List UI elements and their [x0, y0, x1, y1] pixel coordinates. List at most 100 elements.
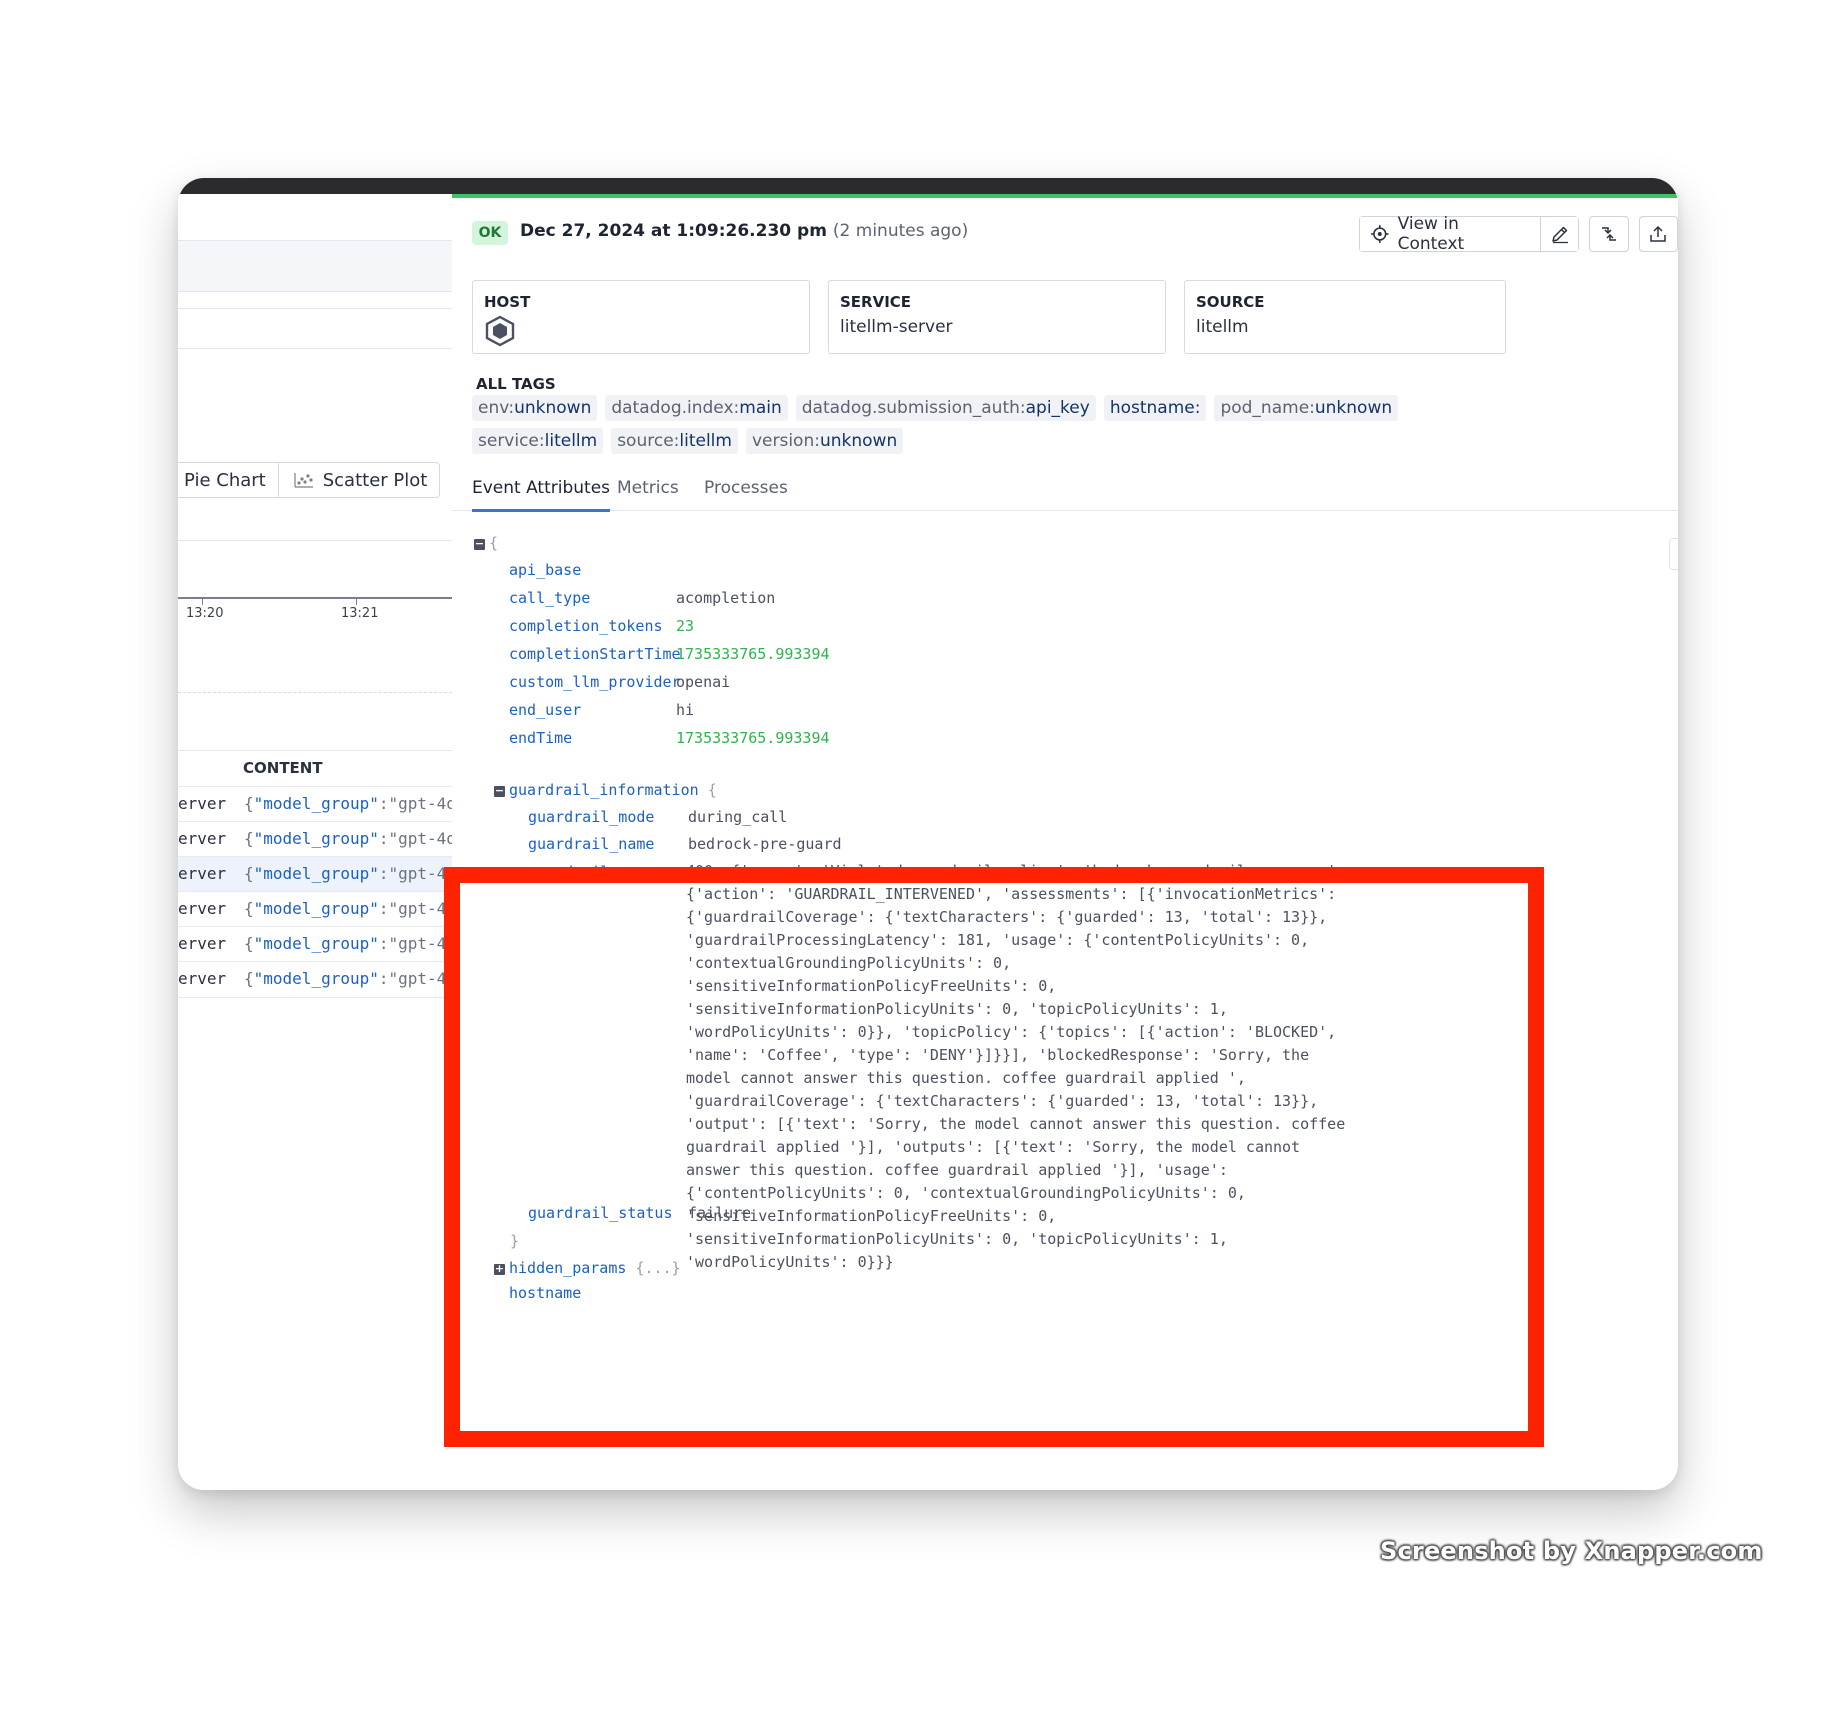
axis-tick	[202, 597, 203, 605]
hidden-params-row: + hidden_params {...}	[494, 1259, 681, 1277]
log-row[interactable]: erver {"model_group":"gpt-4o	[178, 786, 452, 822]
host-hexagon-icon	[485, 315, 515, 347]
json-rest: :"gpt-4	[378, 899, 447, 918]
json-key: "model_group"	[253, 969, 379, 988]
tab-event-attributes[interactable]: Event Attributes	[472, 478, 611, 512]
attribute-row: call_type acompletion	[509, 589, 775, 607]
attribute-value[interactable]: failure	[688, 1204, 751, 1222]
attribute-key[interactable]: completionStartTime	[509, 645, 681, 663]
attribute-key[interactable]: guardrail_information	[509, 781, 699, 799]
tag-pill[interactable]: pod_name:unknown	[1214, 395, 1399, 421]
json-key: "model_group"	[253, 829, 379, 848]
attribute-key[interactable]: custom_llm_provider	[509, 673, 681, 691]
attribute-key[interactable]: hidden_params	[509, 1259, 626, 1277]
json-key: "model_group"	[253, 864, 379, 883]
tag-pill[interactable]: datadog.index:main	[605, 395, 788, 421]
divider	[178, 291, 452, 292]
guardrail-response-value[interactable]: 400: {'error': 'Violated guardrail polic…	[686, 860, 1346, 1274]
attribute-value[interactable]: acompletion	[676, 589, 775, 607]
edit-button[interactable]	[1540, 217, 1579, 251]
log-row-selected[interactable]: erver {"model_group":"gpt-4	[178, 856, 452, 892]
attribute-key[interactable]: api_base	[509, 561, 581, 579]
tag-pill[interactable]: hostname:	[1103, 395, 1207, 421]
attribute-key[interactable]: call_type	[509, 589, 590, 607]
dashed-divider	[178, 692, 452, 693]
service-card-title: SERVICE	[840, 293, 912, 311]
tag-pill[interactable]: service:litellm	[472, 428, 604, 454]
divider	[178, 540, 452, 541]
log-row[interactable]: erver {"model_group":"gpt-4	[178, 891, 452, 927]
service-card[interactable]: SERVICE litellm-server	[828, 280, 1166, 354]
share-button[interactable]	[1638, 216, 1678, 252]
json-rest: :"gpt-4	[378, 934, 447, 953]
attribute-key[interactable]: guardrail_name	[528, 835, 654, 853]
collapse-icon[interactable]: −	[494, 785, 505, 797]
scrollbar-handle[interactable]	[1669, 538, 1678, 570]
attribute-row: hostname	[509, 1284, 581, 1302]
swap-icon	[1602, 227, 1616, 241]
source-card[interactable]: SOURCE litellm	[1184, 280, 1506, 354]
copy-link-button[interactable]	[1589, 216, 1629, 252]
attribute-key[interactable]: hostname	[509, 1284, 581, 1302]
tag-key: env:	[478, 398, 515, 418]
target-icon	[1370, 225, 1389, 243]
tag-pill[interactable]: env:unknown	[472, 395, 598, 421]
attribute-row: guardrail_name bedrock-pre-guard	[528, 835, 842, 853]
content-header-label: CONTENT	[243, 759, 323, 777]
tag-pill[interactable]: version:unknown	[745, 428, 904, 454]
host-card[interactable]: HOST	[472, 280, 810, 354]
attribute-value[interactable]: 1735333765.993394	[676, 645, 830, 663]
content-column-header[interactable]: CONTENT	[178, 750, 452, 787]
attribute-value[interactable]: during_call	[688, 808, 787, 826]
attribute-value[interactable]: openai	[676, 673, 730, 691]
tab-metrics[interactable]: Metrics	[617, 478, 679, 509]
attribute-value[interactable]: 23	[676, 617, 694, 635]
attribute-key[interactable]: endTime	[509, 729, 572, 747]
open-brace: {	[707, 781, 717, 799]
guardrail-response-row: guardrail_response	[528, 863, 691, 881]
event-timestamp: Dec 27, 2024 at 1:09:26.230 pm (2 minutes…	[520, 221, 968, 241]
source-card-value: litellm	[1196, 317, 1249, 337]
attribute-row: guardrail_status failure	[528, 1204, 751, 1222]
expand-icon[interactable]: +	[494, 1263, 505, 1275]
scatter-plot-icon	[294, 473, 313, 488]
tag-key: datadog.submission_auth:	[801, 398, 1026, 418]
log-row-service: erver	[178, 969, 227, 988]
attribute-key[interactable]: guardrail_response	[528, 863, 691, 881]
axis-tick	[356, 597, 357, 605]
source-card-title: SOURCE	[1196, 293, 1265, 311]
log-row-content: {"model_group":"gpt-4	[244, 934, 447, 953]
tag-key: datadog.index:	[611, 398, 740, 418]
timestamp-date: Dec 27, 2024 at 1:09:26.230 pm	[520, 221, 827, 241]
attribute-row: completionStartTime 1735333765.993394	[509, 645, 830, 663]
root-object-row: −{	[474, 534, 498, 552]
tag-list: env:unknown datadog.index:main datadog.s…	[472, 395, 1452, 454]
view-in-context-button[interactable]: View in Context	[1360, 214, 1541, 254]
divider	[178, 308, 452, 309]
attribute-key[interactable]: completion_tokens	[509, 617, 663, 635]
app-window: Pie Chart Scatter Plot 13:20 13:21 CONTE…	[178, 178, 1678, 1490]
log-row[interactable]: erver {"model_group":"gpt-4o	[178, 821, 452, 857]
tab-processes[interactable]: Processes	[704, 478, 788, 509]
tag-key: pod_name:	[1220, 398, 1315, 418]
log-row-content: {"model_group":"gpt-4	[244, 969, 447, 988]
attribute-key[interactable]: end_user	[509, 701, 581, 719]
collapse-icon[interactable]: −	[474, 538, 485, 550]
attribute-row: endTime 1735333765.993394	[509, 729, 830, 747]
attribute-value[interactable]: 1735333765.993394	[676, 729, 830, 747]
tag-key: source:	[617, 431, 680, 451]
pie-chart-tab[interactable]: Pie Chart	[178, 463, 278, 497]
attribute-key[interactable]: guardrail_status	[528, 1204, 673, 1222]
attribute-value[interactable]: bedrock-pre-guard	[688, 835, 842, 853]
attribute-value[interactable]: hi	[676, 701, 694, 719]
log-row[interactable]: erver {"model_group":"gpt-4	[178, 926, 452, 962]
collapsed-object[interactable]: {...}	[635, 1259, 680, 1277]
scatter-plot-label: Scatter Plot	[322, 469, 428, 491]
tag-pill[interactable]: datadog.submission_auth:api_key	[795, 395, 1096, 421]
log-detail-panel: OK Dec 27, 2024 at 1:09:26.230 pm (2 minu…	[452, 194, 1678, 1490]
scatter-plot-tab[interactable]: Scatter Plot	[277, 463, 440, 497]
attribute-key[interactable]: guardrail_mode	[528, 808, 654, 826]
tag-pill[interactable]: source:litellm	[611, 428, 738, 454]
tag-value: unknown	[819, 431, 898, 451]
log-row[interactable]: erver {"model_group":"gpt-4	[178, 961, 452, 998]
